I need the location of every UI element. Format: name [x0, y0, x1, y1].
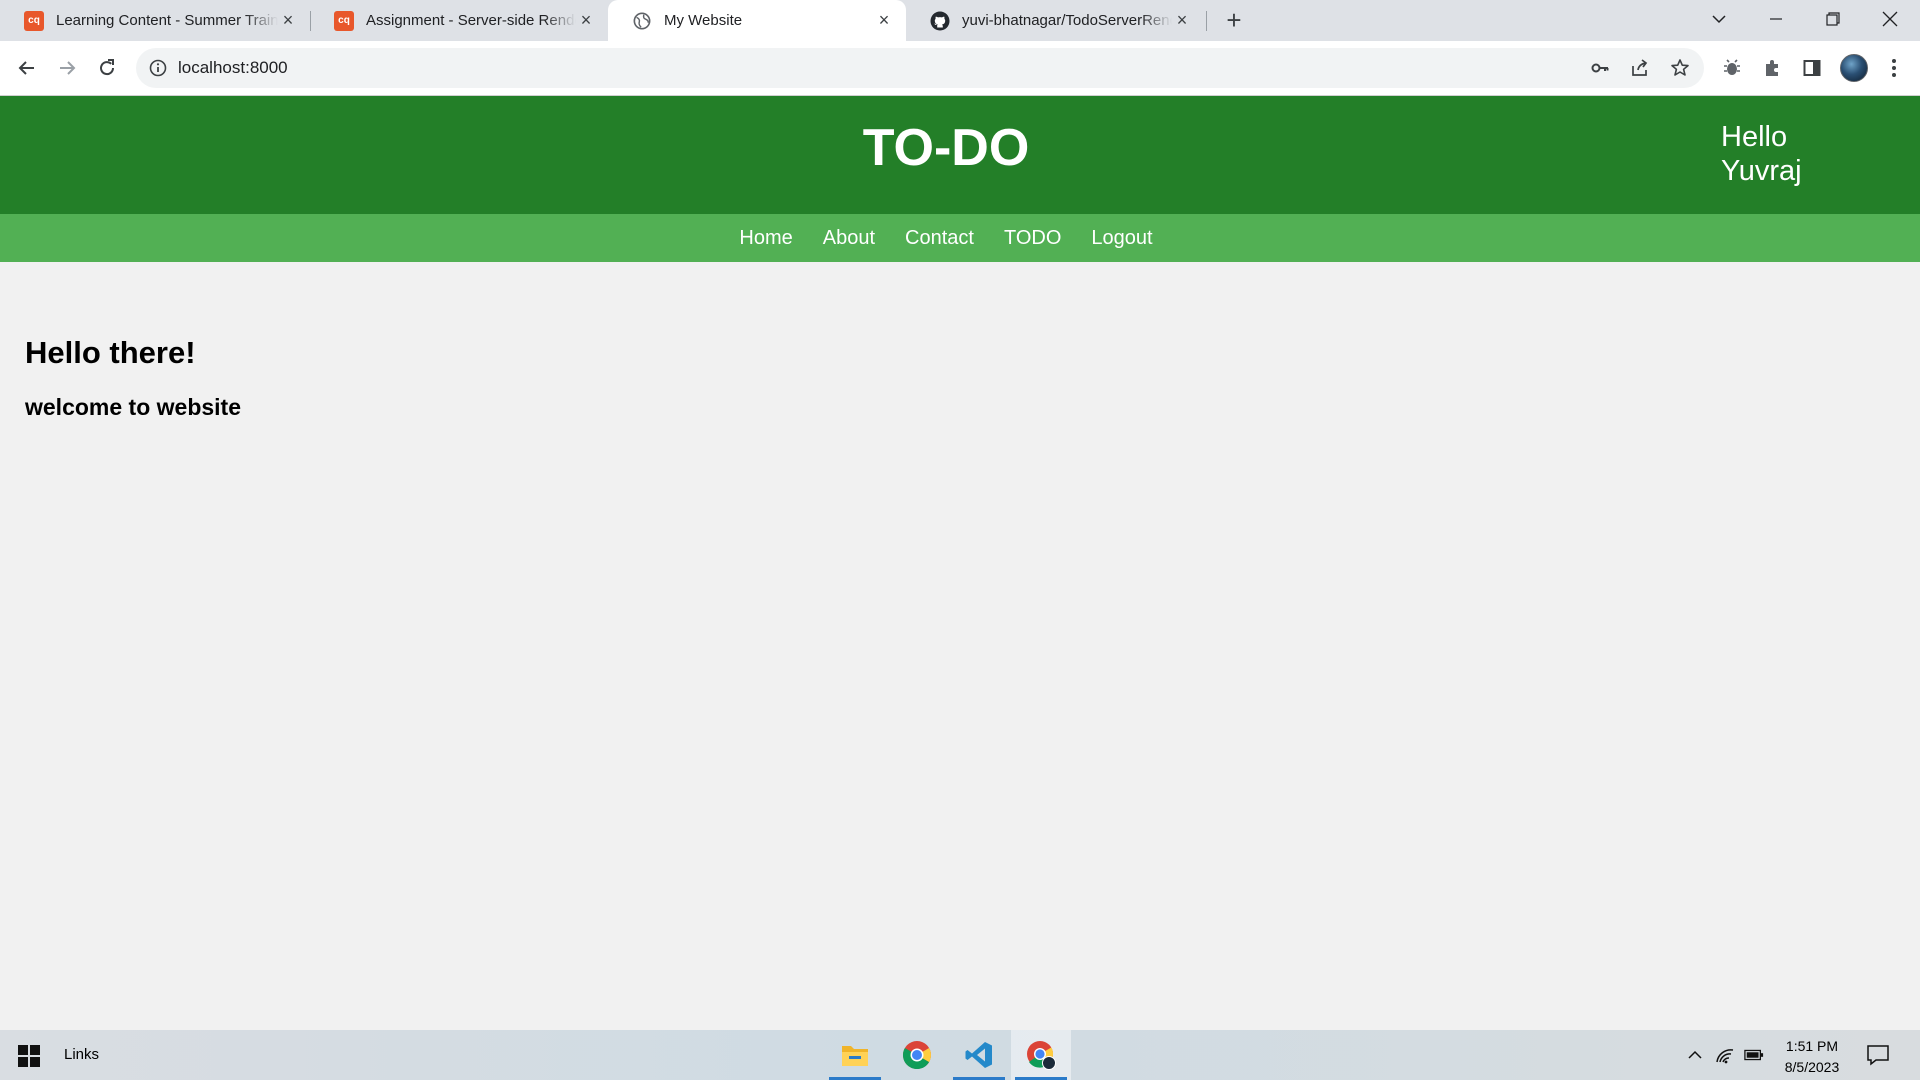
- web-page: TO-DO Hello Yuvraj Home About Contact TO…: [0, 96, 1920, 1030]
- taskbar-file-explorer[interactable]: [825, 1030, 885, 1080]
- reload-button[interactable]: [92, 53, 122, 83]
- tab-search-button[interactable]: [1691, 0, 1747, 38]
- site-nav: Home About Contact TODO Logout: [0, 214, 1920, 262]
- battery-icon[interactable]: [1744, 1045, 1764, 1065]
- key-icon[interactable]: [1590, 58, 1610, 78]
- tab-title: yuvi-bhatnagar/TodoServerRendering: [962, 12, 1172, 29]
- back-button[interactable]: [12, 53, 42, 83]
- links-toolbar-label[interactable]: Links: [64, 1046, 99, 1063]
- chevron-up-icon[interactable]: [1685, 1045, 1705, 1065]
- minimize-button[interactable]: [1748, 0, 1804, 38]
- nav-link-logout[interactable]: Logout: [1091, 227, 1152, 250]
- close-icon[interactable]: ×: [576, 10, 596, 31]
- page-heading: Hello there!: [25, 335, 196, 370]
- clock-date: 8/5/2023: [1784, 1059, 1840, 1075]
- site-header: TO-DO Hello Yuvraj: [0, 96, 1920, 214]
- nav-link-about[interactable]: About: [823, 227, 875, 250]
- tab-title: Assignment - Server-side Rendering: [366, 12, 576, 29]
- site-title: TO-DO: [862, 119, 1030, 177]
- close-icon[interactable]: ×: [1172, 10, 1192, 31]
- minimize-icon: [1770, 18, 1782, 20]
- tab-github-repo[interactable]: yuvi-bhatnagar/TodoServerRendering ×: [906, 0, 1204, 41]
- nav-link-home[interactable]: Home: [739, 227, 792, 250]
- forward-button[interactable]: [52, 53, 82, 83]
- system-clock[interactable]: 1:51 PM 8/5/2023: [1772, 1036, 1852, 1078]
- folder-icon: [842, 1046, 868, 1066]
- profile-avatar[interactable]: [1840, 54, 1868, 82]
- star-icon[interactable]: [1670, 58, 1690, 78]
- address-bar[interactable]: localhost:8000: [136, 48, 1704, 88]
- url-text[interactable]: localhost:8000: [178, 58, 288, 78]
- chevron-down-icon: [1712, 15, 1726, 24]
- user-greeting: Hello Yuvraj: [1721, 121, 1802, 187]
- welcome-text: welcome to website: [25, 394, 242, 420]
- tab-learning-content[interactable]: cq Learning Content - Summer Training ×: [0, 0, 310, 41]
- codequotient-icon: cq: [334, 10, 354, 31]
- side-panel-icon[interactable]: [1799, 55, 1825, 81]
- windows-start-icon[interactable]: [18, 1045, 40, 1067]
- close-icon[interactable]: ×: [874, 10, 894, 31]
- codequotient-icon: cq: [24, 10, 44, 31]
- close-window-button[interactable]: [1862, 0, 1918, 38]
- wifi-icon[interactable]: [1715, 1045, 1735, 1065]
- close-icon[interactable]: ×: [278, 10, 298, 31]
- new-tab-button[interactable]: +: [1220, 5, 1248, 35]
- more-menu-icon[interactable]: [1881, 55, 1907, 81]
- info-icon[interactable]: [148, 58, 168, 78]
- extensions-puzzle-icon[interactable]: [1759, 55, 1785, 81]
- clock-time: 1:51 PM: [1785, 1038, 1839, 1054]
- browser-tab-strip: cq Learning Content - Summer Training × …: [0, 0, 1920, 41]
- chrome-profile-icon: [1027, 1041, 1056, 1070]
- arrow-right-icon: [60, 61, 76, 75]
- browser-toolbar: localhost:8000: [0, 41, 1920, 96]
- taskbar-vscode[interactable]: [949, 1030, 1009, 1080]
- restore-button[interactable]: [1805, 0, 1861, 38]
- tab-my-website[interactable]: My Website ×: [608, 0, 906, 41]
- share-icon[interactable]: [1630, 58, 1650, 78]
- bug-extension-icon[interactable]: [1719, 55, 1745, 81]
- tab-title: Learning Content - Summer Training: [56, 12, 278, 29]
- reload-icon: [100, 59, 115, 76]
- tab-assignment[interactable]: cq Assignment - Server-side Rendering ×: [310, 0, 608, 41]
- nav-link-contact[interactable]: Contact: [905, 227, 974, 250]
- tab-title: My Website: [664, 12, 743, 29]
- taskbar-chrome[interactable]: [887, 1030, 947, 1080]
- taskbar-chrome-profile[interactable]: [1011, 1030, 1071, 1080]
- os-taskbar: Links 1:51 PM 8/5/2023: [0, 1030, 1920, 1080]
- chrome-icon: [902, 1041, 931, 1070]
- nav-link-todo[interactable]: TODO: [1004, 227, 1061, 250]
- vscode-icon: [965, 1042, 992, 1068]
- notification-icon[interactable]: [1866, 1044, 1890, 1066]
- close-icon: [1882, 11, 1898, 27]
- arrow-left-icon: [18, 61, 34, 75]
- globe-icon: [632, 11, 652, 31]
- tab-separator: [1206, 11, 1207, 31]
- restore-icon: [1826, 12, 1840, 26]
- github-icon: [930, 11, 950, 31]
